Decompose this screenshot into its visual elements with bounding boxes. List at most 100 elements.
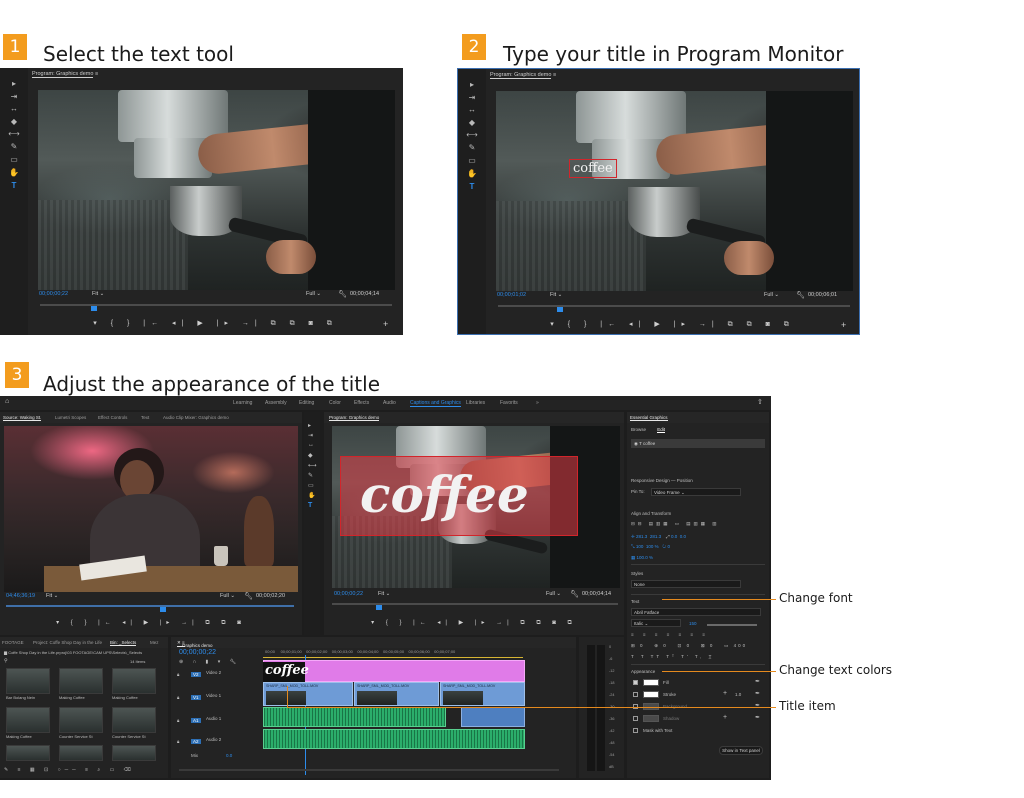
stroke-color-swatch[interactable]: [643, 691, 659, 698]
selection-tool-icon[interactable]: ▸: [308, 422, 311, 429]
wrench-icon[interactable]: 🔧︎: [338, 290, 347, 298]
tab-graphics-demo[interactable]: ✕ Graphics demo ≡: [177, 640, 213, 648]
program-timecode[interactable]: 00;00;00;22: [334, 591, 363, 597]
workspace-editing[interactable]: Editing: [299, 400, 314, 406]
fill-checkbox[interactable]: [633, 680, 638, 685]
program-transport[interactable]: ▾ { } |← ◂| ▶ |▸ →| ⧉ ⧉ ◙ ⧉: [324, 619, 624, 627]
share-icon[interactable]: ⇧: [757, 398, 763, 406]
video-clip-2[interactable]: SHARP_SML_MOD_TOLL.MOV: [354, 682, 439, 706]
selection-tool-icon[interactable]: ▸: [466, 81, 478, 89]
eyedropper-icon[interactable]: ✒: [755, 690, 760, 697]
ripple-edit-icon[interactable]: ↔: [8, 105, 20, 113]
layer-coffee[interactable]: ◉ T coffee: [631, 439, 765, 448]
track-mix[interactable]: Mix 0.0: [171, 753, 246, 763]
playhead-timecode[interactable]: 00;00;01;02: [497, 292, 526, 298]
eye-icon[interactable]: ◉: [634, 441, 638, 446]
type-tool-icon[interactable]: T: [308, 502, 312, 509]
title-text-box[interactable]: coffee: [569, 159, 617, 178]
home-icon[interactable]: ⌂: [5, 398, 9, 405]
quality-dropdown[interactable]: Full ⌄: [306, 291, 321, 297]
track-select-icon[interactable]: ⇥: [308, 432, 313, 439]
tab-edit[interactable]: Edit: [657, 427, 666, 433]
fit-dropdown[interactable]: Fit ⌄: [92, 291, 104, 297]
bin-item-1[interactable]: [6, 668, 50, 694]
track-select-icon[interactable]: ⇥: [8, 93, 20, 101]
tab-footage[interactable]: FOOTAGE: [2, 640, 24, 645]
tab-lumetri-scopes[interactable]: Lumetri Scopes: [55, 415, 86, 420]
scrub-bar[interactable]: [498, 305, 850, 307]
bin-item-3[interactable]: [112, 668, 156, 694]
shadow-checkbox[interactable]: [633, 716, 638, 721]
program-playhead[interactable]: [376, 605, 382, 610]
source-video-frame[interactable]: [4, 426, 298, 592]
audio-clip-2[interactable]: [461, 707, 525, 727]
font-style-dropdown[interactable]: Italic ⌄: [631, 619, 681, 627]
source-quality-dropdown[interactable]: Full ⌄: [220, 593, 235, 599]
timeline-timecode[interactable]: 00;00;00;22: [179, 649, 216, 656]
type-tool-icon[interactable]: T: [8, 182, 20, 190]
track-video-1[interactable]: 🔒︎ V1 Video 1: [171, 693, 246, 705]
workspace-captions-graphics[interactable]: Captions and Graphics: [410, 400, 461, 407]
timeline-ruler[interactable]: 00;00 00;00;01;00 00;00;02;00 00;00;03;0…: [265, 649, 455, 654]
workspace-audio[interactable]: Audio: [383, 400, 396, 406]
workspace-learning[interactable]: Learning: [233, 400, 252, 406]
transport-controls[interactable]: ▾ { } |← ◂| ▶ |▸ →| ⧉ ⧉ ◙ ⧉: [28, 319, 403, 328]
bin-item-6[interactable]: [112, 707, 156, 733]
shadow-color-swatch[interactable]: [643, 715, 659, 722]
tab-program[interactable]: Program: Graphics demo: [329, 415, 380, 421]
tab-bin-selects[interactable]: Bin: _Selects: [110, 640, 137, 646]
tab-effect-controls[interactable]: Effect Controls: [98, 415, 127, 420]
source-transport[interactable]: ▾ { } |← ◂| ▶ |▸ →| ⧉ ⧉ ◙: [0, 619, 302, 627]
bin-item-7[interactable]: [6, 745, 50, 761]
tracking-kerning-controls[interactable]: ⊞ 0 ⊕ 0 ⊡ 0 ⊠ 0 ▭ 400: [631, 643, 765, 649]
monitor-tab[interactable]: Program: Graphics demo ≡: [32, 71, 98, 78]
razor-icon[interactable]: ◆: [8, 118, 20, 126]
bin-item-5[interactable]: [59, 707, 103, 733]
pin-to-dropdown[interactable]: Video Frame ⌄: [651, 488, 741, 496]
plus-icon[interactable]: +: [723, 690, 727, 697]
tab-essential-graphics[interactable]: Essential Graphics: [630, 415, 668, 421]
playhead-marker[interactable]: [557, 307, 563, 312]
source-scrub-bar[interactable]: [6, 605, 294, 607]
pen-icon[interactable]: ✎: [8, 143, 20, 151]
bin-item-2[interactable]: [59, 668, 103, 694]
timeline-zoom-scroll[interactable]: [179, 769, 559, 771]
project-footer-tools[interactable]: ✎ ≡ ▦ ⊡ ○── ≡ ⌕ ▭ ⌫: [4, 767, 164, 773]
program-video-frame[interactable]: coffee: [332, 426, 620, 588]
workspace-favorites[interactable]: Favorits: [500, 400, 518, 406]
bin-item-8[interactable]: [59, 745, 103, 761]
audio-clip-1[interactable]: [263, 707, 446, 727]
ripple-edit-icon[interactable]: ↔: [466, 106, 478, 114]
program-quality-dropdown[interactable]: Full ⌄: [546, 591, 561, 597]
program-fit-dropdown[interactable]: Fit ⌄: [378, 591, 390, 597]
program-scrub-bar[interactable]: [332, 603, 618, 605]
audio-clip-3[interactable]: [263, 729, 525, 749]
slip-icon[interactable]: ⟷: [8, 130, 20, 138]
source-fit-dropdown[interactable]: Fit ⌄: [46, 593, 58, 599]
ripple-edit-icon[interactable]: ↔: [308, 442, 314, 448]
wrench-icon[interactable]: 🔧︎: [570, 590, 579, 598]
tab-audio-clip-mixer[interactable]: Audio Clip Mixer: Graphics demo: [163, 415, 229, 420]
rectangle-icon[interactable]: ▭: [8, 156, 20, 164]
font-dropdown[interactable]: Abril Fatface: [631, 608, 761, 616]
styles-dropdown[interactable]: None: [631, 580, 741, 588]
workspace-color[interactable]: Color: [329, 400, 341, 406]
wrench-icon[interactable]: 🔧︎: [244, 592, 253, 600]
tab-mez[interactable]: Mez: [150, 640, 159, 645]
stroke-checkbox[interactable]: [633, 692, 638, 697]
transport-controls[interactable]: ▾ { } |← ◂| ▶ |▸ →| ⧉ ⧉ ◙ ⧉: [486, 320, 859, 329]
plus-icon[interactable]: +: [383, 319, 388, 329]
hand-icon[interactable]: ✋: [466, 170, 478, 178]
eyedropper-icon[interactable]: ✒: [755, 714, 760, 721]
workspace-effects[interactable]: Effects: [354, 400, 369, 406]
align-buttons[interactable]: ⊟⊟ ▤▥▦ ▭ ▤▥▦ ▥: [631, 521, 765, 527]
stroke-width[interactable]: 1.0: [735, 692, 765, 697]
rectangle-icon[interactable]: ▭: [466, 157, 478, 165]
video-clip-1[interactable]: SHARP_SML_MOD_TOLL.MOV: [263, 682, 353, 706]
hand-icon[interactable]: ✋: [8, 169, 20, 177]
track-audio-2[interactable]: 🔒︎ A2 Audio 2: [171, 737, 246, 749]
workspace-libraries[interactable]: Libraries: [466, 400, 485, 406]
pen-icon[interactable]: ✎: [308, 472, 313, 479]
video-frame[interactable]: coffee: [496, 91, 853, 291]
position-values[interactable]: ✛ 281.3 281.3 ⤢ 0.0 0.0: [631, 534, 765, 540]
